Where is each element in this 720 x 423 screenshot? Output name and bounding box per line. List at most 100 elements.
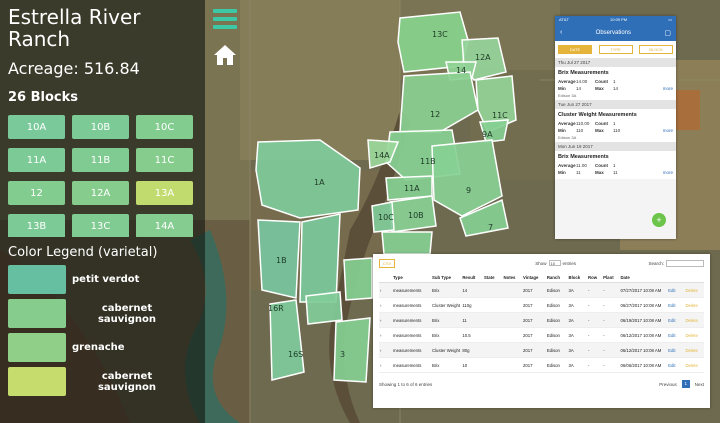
delete-link[interactable]: Delete	[684, 342, 704, 358]
block-tile[interactable]: 13A	[136, 181, 193, 205]
search-input[interactable]	[666, 259, 704, 267]
map-block-label[interactable]: 14A	[374, 151, 390, 160]
map-block-label[interactable]: 12A	[475, 53, 491, 62]
map-block-label[interactable]: 11C	[492, 111, 508, 120]
delete-link[interactable]: Delete	[684, 357, 704, 373]
obs-row: Average 11.00 Count 1	[558, 163, 673, 168]
map-block-label[interactable]: 9A	[482, 130, 493, 139]
table-cell	[482, 342, 503, 358]
table-cell: -	[602, 342, 620, 358]
map-block-label[interactable]: 10B	[408, 211, 424, 220]
block-tile[interactable]: 11B	[72, 148, 129, 172]
table-row[interactable]: › measurements Cluster Weight 80g 2017 Edison…	[379, 342, 704, 358]
delete-link[interactable]: Delete	[684, 327, 704, 343]
table-row[interactable]: › measurements Brix 14 2017 Edison 3A - -07/27/2…	[379, 282, 704, 298]
block-tile[interactable]: 13B	[8, 214, 65, 237]
column-header[interactable]: Row	[586, 273, 603, 283]
column-header[interactable]: Type	[392, 273, 431, 283]
table-row[interactable]: › measurements Brix 11 2017 Edison 3A - -06/19/2…	[379, 312, 704, 328]
csv-export-button[interactable]: CSV	[379, 258, 396, 268]
column-header[interactable]: State	[482, 273, 503, 283]
tab-block[interactable]: BLOCK	[639, 45, 673, 54]
tab-date[interactable]: DATE	[558, 45, 592, 54]
block-tile[interactable]: 11A	[8, 148, 65, 172]
table-cell: -	[602, 357, 620, 373]
block-tile[interactable]: 10B	[72, 115, 129, 139]
block-tile[interactable]: 10A	[8, 115, 65, 139]
edit-link[interactable]: Edit	[667, 282, 685, 298]
table-row[interactable]: › measurements Brix 10 2017 Edison 3A - -06/06/2…	[379, 357, 704, 373]
observation-card[interactable]: Brix Measurements Average 11.00 Count 1 …	[555, 151, 676, 179]
edit-link[interactable]: Edit	[667, 312, 685, 328]
column-header[interactable]: Date	[619, 273, 668, 283]
page-1-button[interactable]: 1	[681, 380, 690, 388]
table-row[interactable]: › measurements Cluster Weight 110g 2017 Ediso…	[379, 297, 704, 313]
map-block-label[interactable]: 9	[466, 186, 471, 195]
min-value: 110	[576, 128, 584, 133]
map-block-label[interactable]: 10C	[378, 213, 394, 222]
expand-row-icon[interactable]: ›	[379, 297, 392, 313]
home-icon[interactable]	[213, 44, 237, 66]
table-cell	[482, 357, 503, 373]
delete-link[interactable]: Delete	[684, 297, 704, 313]
page-length-control: Show 10 entries	[535, 260, 576, 266]
edit-link[interactable]: Edit	[667, 297, 685, 313]
column-header[interactable]: Sub Type	[431, 273, 462, 283]
column-header[interactable]: Result	[461, 273, 483, 283]
block-tile[interactable]: 12	[8, 181, 65, 205]
block-tile[interactable]: 13C	[72, 214, 129, 237]
table-row[interactable]: › measurements Brix 10.5 2017 Edison 3A - -06/12…	[379, 327, 704, 343]
page-length-select[interactable]: 10	[548, 260, 561, 266]
table-cell: 3A	[567, 297, 587, 313]
hamburger-menu-icon[interactable]	[213, 9, 237, 29]
map-block-label[interactable]: 16S	[288, 350, 303, 359]
map-block-label[interactable]: 1B	[276, 256, 287, 265]
expand-row-icon[interactable]: ›	[379, 357, 392, 373]
delete-link[interactable]: Delete	[684, 312, 704, 328]
expand-row-icon[interactable]: ›	[379, 327, 392, 343]
more-link[interactable]: more	[663, 86, 673, 91]
previous-page-button[interactable]: Previous	[659, 382, 677, 387]
arrow-left-icon[interactable]: ‹	[560, 29, 562, 36]
table-cell: Edison	[545, 297, 568, 313]
map-block-label[interactable]: 3	[340, 350, 345, 359]
block-tile[interactable]: 14A	[136, 214, 193, 237]
map-block-label[interactable]: 16R	[268, 304, 284, 313]
map-block-label[interactable]: 1A	[314, 178, 325, 187]
map-block-label[interactable]: 7	[488, 223, 493, 232]
more-link[interactable]: more	[663, 170, 673, 175]
observation-card[interactable]: Cluster Weight Measurements Average 110.…	[555, 109, 676, 142]
column-header[interactable]: Block	[567, 273, 587, 283]
table-cell	[482, 297, 503, 313]
column-header[interactable]: Vintage	[521, 273, 546, 283]
table-cell: 06/27/2017 10:08 AM	[619, 297, 668, 313]
map-icon[interactable]: ▢	[664, 29, 671, 37]
min-label: Min	[558, 86, 566, 91]
map-block-label[interactable]: 11B	[420, 157, 436, 166]
block-tile[interactable]: 10C	[136, 115, 193, 139]
observation-card[interactable]: Brix Measurements Average 14.00 Count 1 …	[555, 67, 676, 100]
count-value: 1	[613, 121, 616, 126]
expand-row-icon[interactable]: ›	[379, 282, 392, 298]
tab-type[interactable]: TYPE	[598, 45, 633, 54]
map-block-label[interactable]: 13C	[432, 30, 448, 39]
add-observation-button[interactable]: +	[652, 213, 666, 227]
edit-link[interactable]: Edit	[667, 357, 685, 373]
column-header[interactable]: Plant	[602, 273, 620, 283]
map-block-label[interactable]: 11A	[404, 184, 420, 193]
delete-link[interactable]: Delete	[684, 282, 704, 298]
battery-icon: ▭	[668, 17, 672, 22]
column-header[interactable]: Notes	[502, 273, 522, 283]
edit-link[interactable]: Edit	[667, 327, 685, 343]
map-block-label[interactable]: 12	[430, 110, 440, 119]
next-page-button[interactable]: Next	[695, 382, 704, 387]
expand-row-icon[interactable]: ›	[379, 342, 392, 358]
more-link[interactable]: more	[663, 128, 673, 133]
edit-link[interactable]: Edit	[667, 342, 685, 358]
block-tile[interactable]: 12A	[72, 181, 129, 205]
expand-row-icon[interactable]: ›	[379, 312, 392, 328]
map-block-label[interactable]: 14	[456, 66, 466, 75]
table-cell: 10.5	[461, 327, 483, 343]
column-header[interactable]: Ranch	[545, 273, 568, 283]
block-tile[interactable]: 11C	[136, 148, 193, 172]
